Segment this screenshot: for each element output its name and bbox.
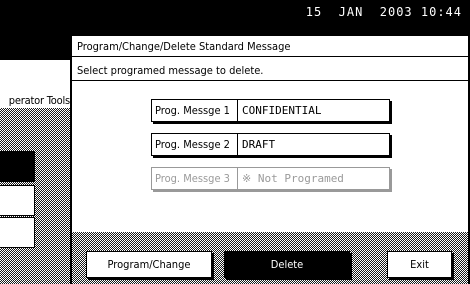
- message-value: ※ Not Programed: [242, 172, 344, 185]
- datetime: 15 JAN 2003 10:44: [305, 5, 462, 19]
- left-panel-header: [0, 28, 70, 60]
- status-bar: 15 JAN 2003 10:44: [0, 0, 470, 28]
- dialog: Program/Change/Delete Standard Message S…: [71, 36, 468, 284]
- user-tools-label: perator Tools: [8, 94, 70, 107]
- exit-button[interactable]: Exit: [387, 251, 452, 278]
- left-tab-1[interactable]: [0, 151, 35, 182]
- message-value: DRAFT: [242, 138, 276, 151]
- delete-button[interactable]: Delete: [224, 251, 350, 278]
- program-change-button[interactable]: Program/Change: [86, 251, 212, 278]
- dialog-instruction: Select programed message to delete.: [77, 64, 264, 77]
- action-bar: Program/Change Delete Exit: [72, 232, 468, 284]
- message-name: Prog. Messge 2: [152, 134, 238, 155]
- message-row-2[interactable]: Prog. Messge 2 DRAFT: [151, 133, 390, 156]
- message-name: Prog. Messge 3: [152, 168, 238, 189]
- dialog-title: Program/Change/Delete Standard Message: [77, 40, 291, 53]
- message-value: CONFIDENTIAL: [242, 104, 322, 117]
- left-tab-3[interactable]: [0, 217, 35, 248]
- divider: [72, 56, 468, 57]
- message-row-3-disabled: Prog. Messge 3 ※ Not Programed: [151, 167, 390, 190]
- left-panel: perator Tools: [0, 28, 70, 284]
- message-name: Prog. Messge 1: [152, 100, 238, 121]
- message-row-1[interactable]: Prog. Messge 1 CONFIDENTIAL: [151, 99, 390, 122]
- left-tab-2[interactable]: [0, 185, 35, 216]
- divider: [72, 80, 468, 81]
